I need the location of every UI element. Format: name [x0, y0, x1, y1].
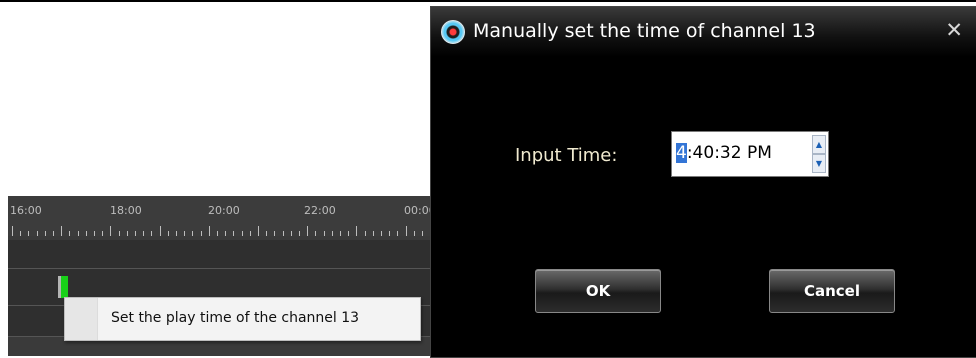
ruler-tick — [28, 231, 30, 236]
tick-label-16: 16:00 — [10, 204, 42, 217]
ruler-tick — [348, 231, 350, 236]
ruler-tick — [299, 231, 300, 236]
ruler-tick — [44, 231, 46, 236]
top-divider — [0, 0, 976, 2]
channel-track[interactable] — [8, 240, 430, 268]
ruler-tick — [413, 231, 415, 236]
time-ruler[interactable]: 16:00 18:00 20:00 22:00 00:00 — [8, 196, 430, 236]
ruler-tick — [200, 231, 202, 236]
ruler-tick — [258, 226, 259, 236]
time-value[interactable]: 4:40:32 PM — [676, 143, 804, 163]
ruler-tick — [266, 231, 268, 236]
input-time-label: Input Time: — [515, 145, 618, 166]
ruler-tick — [12, 226, 13, 236]
ok-button[interactable]: OK — [535, 269, 661, 313]
ruler-tick — [405, 226, 407, 236]
tick-label-20: 20:00 — [208, 204, 240, 217]
ruler-tick — [208, 226, 210, 236]
spin-up-icon[interactable]: ▲ — [812, 135, 826, 154]
ruler-tick — [77, 231, 79, 236]
ruler-tick — [53, 231, 54, 236]
menu-item-set-play-time[interactable]: Set the play time of the channel 13 — [111, 310, 359, 326]
time-spinner[interactable]: ▲ ▼ — [812, 135, 826, 173]
tick-label-22: 22:00 — [304, 204, 336, 217]
ruler-tick — [282, 231, 284, 236]
ruler-tick — [69, 231, 71, 236]
ruler-tick — [217, 231, 218, 236]
camera-icon — [441, 20, 465, 44]
ruler-tick — [372, 231, 374, 236]
ruler-tick — [356, 226, 358, 236]
ruler-tick — [184, 231, 186, 236]
ruler-tick — [85, 231, 87, 236]
cancel-button[interactable]: Cancel — [769, 269, 895, 313]
ruler-tick — [422, 231, 423, 236]
time-input[interactable]: 4:40:32 PM ▲ ▼ — [671, 131, 829, 177]
ruler-tick — [176, 231, 177, 236]
ruler-tick — [36, 231, 38, 236]
ruler-tick — [233, 231, 235, 236]
ruler-tick — [381, 231, 382, 236]
ruler-tick — [340, 231, 341, 236]
ruler-tick — [94, 231, 95, 236]
ruler-tick — [397, 231, 399, 236]
ruler-tick — [225, 231, 227, 236]
ruler-tick — [159, 226, 161, 236]
ruler-tick — [126, 231, 128, 236]
ruler-tick — [167, 231, 169, 236]
time-value-rest[interactable]: :40:32 PM — [687, 143, 772, 163]
time-hour-selected[interactable]: 4 — [676, 143, 687, 163]
ruler-tick — [290, 231, 292, 236]
ruler-tick — [151, 231, 153, 236]
tick-label-18: 18:00 — [110, 204, 142, 217]
context-menu: Set the play time of the channel 13 — [64, 297, 421, 341]
ruler-tick — [102, 231, 104, 236]
dialog-titlebar[interactable]: Manually set the time of channel 13 ✕ — [431, 7, 976, 57]
tick-label-00: 00:00 — [404, 204, 430, 217]
ruler-tick — [241, 231, 243, 236]
ruler-tick — [323, 231, 325, 236]
ruler-tick — [389, 231, 391, 236]
ruler-tick — [143, 231, 145, 236]
recording-segment[interactable] — [58, 276, 68, 298]
ruler-tick — [249, 231, 251, 236]
ruler-tick — [315, 231, 317, 236]
close-button[interactable]: ✕ — [945, 18, 963, 42]
ruler-tick — [118, 231, 120, 236]
ruler-tick — [274, 231, 276, 236]
ruler-tick — [364, 231, 366, 236]
set-time-dialog: Manually set the time of channel 13 ✕ In… — [430, 6, 976, 358]
ruler-tick — [110, 226, 112, 236]
ruler-tick — [20, 231, 22, 236]
spin-down-icon[interactable]: ▼ — [812, 154, 826, 173]
menu-icon-column — [65, 298, 98, 340]
ruler-tick — [61, 226, 63, 236]
ruler-tick — [331, 231, 333, 236]
ruler-tick — [192, 231, 194, 236]
ruler-tick — [307, 226, 309, 236]
dialog-title: Manually set the time of channel 13 — [473, 20, 816, 42]
ruler-tick — [135, 231, 136, 236]
